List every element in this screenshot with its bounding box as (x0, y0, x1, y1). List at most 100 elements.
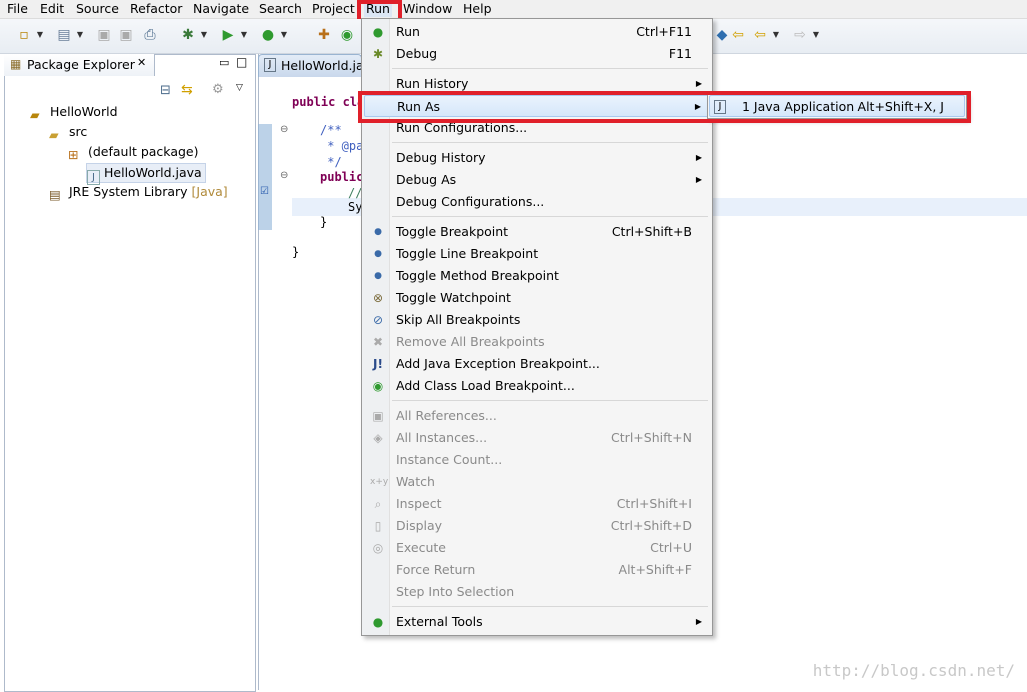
menu-item-add-java-exception-breakpoint[interactable]: J! Add Java Exception Breakpoint... (364, 353, 710, 375)
code-line: } (292, 245, 300, 259)
fold-icon[interactable]: ⊖ (280, 170, 288, 181)
menu-navigate[interactable]: Navigate (191, 1, 251, 17)
menu-item-step-into-selection: Step Into Selection (396, 584, 515, 599)
focus-icon[interactable]: ⚙ (212, 82, 224, 97)
watch-icon: x+y (370, 477, 389, 487)
remove-breakpoints-icon: ✖ (372, 335, 384, 349)
menu-item-debug-history[interactable]: Debug History ▶ (364, 147, 710, 169)
external-tools-icon[interactable]: ● (258, 25, 278, 45)
tab-helloworld-java[interactable]: J HelloWorld.java (258, 54, 379, 77)
menu-separator (392, 68, 708, 69)
chevron-right-icon: ▶ (695, 617, 702, 626)
menu-item-toggle-watchpoint[interactable]: ⊗ Toggle Watchpoint (364, 287, 710, 309)
forward-icon[interactable]: ⇨ (790, 25, 810, 45)
new-type-icon[interactable]: ▤ (54, 25, 74, 45)
run-as-highlight-box (358, 91, 971, 123)
references-icon: ▣ (372, 409, 384, 423)
inspect-icon: ⌕ (374, 497, 382, 511)
menu-item-toggle-breakpoint[interactable]: ● Toggle Breakpoint Ctrl+Shift+B (364, 221, 710, 243)
editor-ruler-marker (258, 124, 272, 230)
chevron-down-icon[interactable]: ▼ (36, 25, 44, 45)
chevron-down-icon[interactable]: ▼ (200, 25, 208, 45)
save-all-icon[interactable]: ▣ (116, 25, 136, 45)
menu-item-debug-configurations[interactable]: Debug Configurations... (364, 191, 710, 213)
menu-file[interactable]: File (5, 1, 30, 17)
back-icon[interactable]: ⇦ (728, 25, 748, 45)
new-icon[interactable]: ▫ (14, 25, 34, 45)
code-line: public cla (292, 95, 365, 109)
print-icon[interactable]: ⎙ (140, 25, 160, 45)
menu-item-instance-count: Instance Count... (396, 452, 503, 467)
menu-item-toggle-line-breakpoint[interactable]: ● Toggle Line Breakpoint (364, 243, 710, 265)
skip-breakpoints-icon: ⊘ (372, 313, 384, 327)
watchpoint-icon: ⊗ (372, 291, 384, 305)
menu-separator (392, 400, 708, 401)
menu-item-external-tools[interactable]: ● External Tools ▶ (364, 611, 710, 633)
fold-icon[interactable]: ⊖ (280, 124, 288, 135)
menu-item-run[interactable]: ● Run Ctrl+F11 (364, 21, 710, 43)
maximize-icon[interactable]: □ (236, 55, 247, 69)
library-icon: ▤ (49, 187, 61, 202)
menu-refactor[interactable]: Refactor (128, 1, 184, 17)
display-icon: ▯ (374, 519, 382, 533)
chevron-right-icon: ▶ (695, 175, 702, 184)
new-class-icon[interactable]: ◉ (337, 25, 357, 45)
run-icon[interactable]: ▶ (218, 25, 238, 45)
new-java-package-icon[interactable]: ✚ (314, 25, 334, 45)
menu-separator (392, 606, 708, 607)
menu-item-watch: x+y Watch (370, 474, 435, 489)
menu-item-debug-as[interactable]: Debug As ▶ (364, 169, 710, 191)
package-icon: ⊞ (68, 147, 79, 162)
tree-item-project[interactable]: ▰ HelloWorld (30, 103, 118, 122)
source-folder-icon: ▰ (49, 127, 59, 142)
tree-item-src[interactable]: ▰ src (49, 123, 87, 142)
close-icon[interactable]: ✕ (137, 56, 146, 69)
project-icon: ▰ (30, 107, 40, 122)
tree-item-default-package[interactable]: ⊞ (default package) (68, 143, 198, 162)
debug-icon[interactable]: ✱ (178, 25, 198, 45)
menu-item-all-references: ▣ All References... (364, 405, 710, 427)
menu-item-display: ▯ Display Ctrl+Shift+D (364, 515, 710, 537)
tree-item-jre-library[interactable]: ▤ JRE System Library [Java] (49, 183, 228, 202)
class-load-icon: ◉ (372, 379, 384, 393)
minimize-icon[interactable]: ▭ (219, 56, 229, 69)
breakpoint-icon: ● (374, 271, 382, 281)
menu-source[interactable]: Source (74, 1, 121, 17)
chevron-right-icon: ▶ (695, 153, 702, 162)
package-explorer-tab[interactable]: ▦ Package Explorer ✕ (4, 54, 155, 76)
menu-item-remove-all-breakpoints: ✖ Remove All Breakpoints (364, 331, 710, 353)
menu-item-add-class-load-breakpoint[interactable]: ◉ Add Class Load Breakpoint... (364, 375, 710, 397)
chevron-down-icon[interactable]: ▼ (240, 25, 248, 45)
menu-window[interactable]: Window (401, 1, 454, 17)
chevron-down-icon[interactable]: ▼ (280, 25, 288, 45)
menu-item-skip-all-breakpoints[interactable]: ⊘ Skip All Breakpoints (364, 309, 710, 331)
menu-search[interactable]: Search (257, 1, 304, 17)
view-menu-chevron-icon[interactable]: ▽ (236, 83, 243, 93)
menu-item-inspect: ⌕ Inspect Ctrl+Shift+I (364, 493, 710, 515)
instances-icon: ◈ (373, 431, 383, 445)
tree-item-helloworld-java[interactable]: J HelloWorld.java (86, 163, 206, 185)
checkbox-icon: ☑ (260, 186, 269, 197)
collapse-all-icon[interactable]: ⊟ (160, 83, 171, 98)
exception-breakpoint-icon: J! (373, 357, 383, 371)
link-editor-icon[interactable]: ⇆ (181, 82, 193, 98)
menu-item-debug[interactable]: ✱ Debug F11 (364, 43, 710, 65)
menu-separator (392, 216, 708, 217)
chevron-down-icon[interactable]: ▼ (772, 25, 780, 45)
menu-bar: File Edit Source Refactor Navigate Searc… (0, 0, 1027, 19)
debug-icon: ✱ (372, 47, 384, 61)
menu-item-force-return: Force Return Alt+Shift+F (396, 562, 692, 577)
run-icon: ● (372, 25, 384, 39)
menu-item-toggle-method-breakpoint[interactable]: ● Toggle Method Breakpoint (364, 265, 710, 287)
menu-item-all-instances: ◈ All Instances... Ctrl+Shift+N (364, 427, 710, 449)
code-line: } (320, 215, 328, 229)
chevron-down-icon[interactable]: ▼ (76, 25, 84, 45)
chevron-down-icon[interactable]: ▼ (812, 25, 820, 45)
menu-help[interactable]: Help (461, 1, 494, 17)
menu-project[interactable]: Project (310, 1, 357, 17)
breakpoint-icon: ● (374, 249, 382, 259)
back-nav-icon[interactable]: ⇦ (750, 25, 770, 45)
external-tools-icon: ● (372, 615, 384, 629)
save-icon[interactable]: ▣ (94, 25, 114, 45)
menu-edit[interactable]: Edit (38, 1, 66, 17)
